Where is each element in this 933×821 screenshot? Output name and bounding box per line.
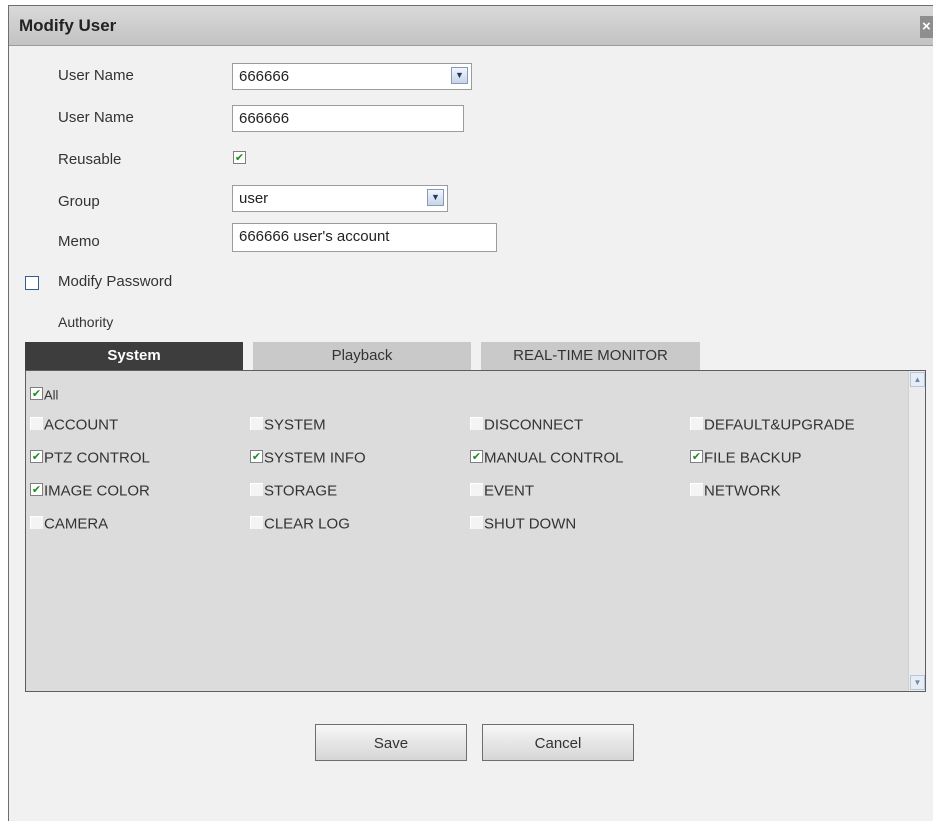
permission-item[interactable]: EVENT	[470, 482, 534, 500]
user-name-input-value: 666666	[239, 110, 290, 127]
permission-label: MANUAL CONTROL	[484, 449, 624, 467]
permission-checkbox[interactable]: ✔	[30, 482, 43, 496]
permission-label: NETWORK	[704, 482, 781, 500]
tab-playback[interactable]: Playback	[253, 342, 471, 370]
group-select-value: user	[239, 190, 269, 207]
close-icon[interactable]: ×	[920, 16, 933, 38]
permission-item[interactable]: CLEAR LOG	[250, 515, 350, 533]
user-name-label: User Name	[58, 109, 134, 126]
permission-checkbox[interactable]	[470, 482, 483, 496]
permission-all-checkbox[interactable]: ✔	[30, 386, 43, 400]
permission-checkbox[interactable]	[690, 416, 703, 430]
permission-label: SHUT DOWN	[484, 515, 577, 533]
permission-item[interactable]: STORAGE	[250, 482, 337, 500]
permission-checkbox[interactable]	[250, 515, 263, 529]
permission-label: EVENT	[484, 482, 535, 500]
permission-label: DISCONNECT	[484, 416, 584, 434]
user-name-select-value: 666666	[239, 68, 290, 85]
user-name-input[interactable]: 666666	[232, 105, 464, 132]
memo-input-value: 666666 user's account	[239, 228, 390, 245]
memo-label: Memo	[58, 233, 100, 250]
permission-item[interactable]: ACCOUNT	[30, 416, 118, 434]
permission-checkbox[interactable]	[30, 416, 43, 430]
permission-checkbox[interactable]: ✔	[250, 449, 263, 463]
permission-checkbox[interactable]: ✔	[30, 449, 43, 463]
permission-label: CAMERA	[44, 515, 109, 533]
group-label: Group	[58, 193, 100, 210]
permission-checkbox[interactable]	[250, 416, 263, 430]
cancel-button[interactable]: Cancel	[482, 724, 634, 761]
permission-label: IMAGE COLOR	[44, 482, 150, 500]
save-button[interactable]: Save	[315, 724, 467, 761]
permission-label: SYSTEM INFO	[264, 449, 366, 467]
permission-all[interactable]: ✔ All	[30, 386, 58, 404]
memo-input[interactable]: 666666 user's account	[232, 223, 497, 252]
modify-user-dialog: Modify User × User Name 666666 ▼ User Na…	[8, 5, 933, 821]
permission-item[interactable]: DISCONNECT	[470, 416, 583, 434]
permission-item[interactable]: ✔ PTZ CONTROL	[30, 449, 150, 467]
permission-item[interactable]: ✔ FILE BACKUP	[690, 449, 802, 467]
tab-real-time-monitor[interactable]: REAL-TIME MONITOR	[481, 342, 700, 370]
permission-item[interactable]: ✔ MANUAL CONTROL	[470, 449, 623, 467]
scroll-down-icon[interactable]: ▼	[910, 675, 925, 690]
modify-password-checkbox[interactable]	[25, 276, 39, 290]
permission-checkbox[interactable]	[690, 482, 703, 496]
dialog-title: Modify User	[19, 16, 117, 35]
modify-password-label: Modify Password	[58, 273, 173, 290]
reusable-label: Reusable	[58, 151, 122, 168]
permission-item[interactable]: CAMERA	[30, 515, 108, 533]
permission-label: CLEAR LOG	[264, 515, 350, 533]
reusable-checkbox[interactable]: ✔	[233, 151, 246, 164]
permission-all-label: All	[44, 387, 59, 403]
dialog-titlebar: Modify User ×	[9, 6, 933, 46]
permission-checkbox[interactable]	[470, 515, 483, 529]
chevron-down-icon[interactable]: ▼	[427, 189, 444, 206]
group-select[interactable]: user ▼	[232, 185, 448, 212]
permission-label: ACCOUNT	[44, 416, 119, 434]
permission-item[interactable]: SHUT DOWN	[470, 515, 576, 533]
permission-label: DEFAULT&UPGRADE	[704, 416, 855, 434]
permission-checkbox[interactable]	[250, 482, 263, 496]
permission-list: ✔ All ACCOUNT SYSTEM DISCONNECT DEFAULT&U…	[25, 370, 926, 692]
permission-item[interactable]: DEFAULT&UPGRADE	[690, 416, 855, 434]
scroll-up-icon[interactable]: ▲	[910, 372, 925, 387]
tab-system[interactable]: System	[25, 342, 243, 370]
user-name-select-label: User Name	[58, 67, 134, 84]
permission-item[interactable]: SYSTEM	[250, 416, 326, 434]
permission-scrollbar[interactable]: ▲ ▼	[908, 371, 925, 691]
permission-label: SYSTEM	[264, 416, 326, 434]
authority-label: Authority	[58, 314, 114, 330]
permission-checkbox[interactable]	[30, 515, 43, 529]
user-name-select[interactable]: 666666 ▼	[232, 63, 472, 90]
permission-item[interactable]: ✔ SYSTEM INFO	[250, 449, 366, 467]
permission-checkbox[interactable]	[470, 416, 483, 430]
permission-item[interactable]: NETWORK	[690, 482, 781, 500]
chevron-down-icon[interactable]: ▼	[451, 67, 468, 84]
permission-label: PTZ CONTROL	[44, 449, 150, 467]
permission-checkbox[interactable]: ✔	[470, 449, 483, 463]
permission-item[interactable]: ✔ IMAGE COLOR	[30, 482, 150, 500]
permission-label: STORAGE	[264, 482, 338, 500]
permission-checkbox[interactable]: ✔	[690, 449, 703, 463]
permission-label: FILE BACKUP	[704, 449, 802, 467]
